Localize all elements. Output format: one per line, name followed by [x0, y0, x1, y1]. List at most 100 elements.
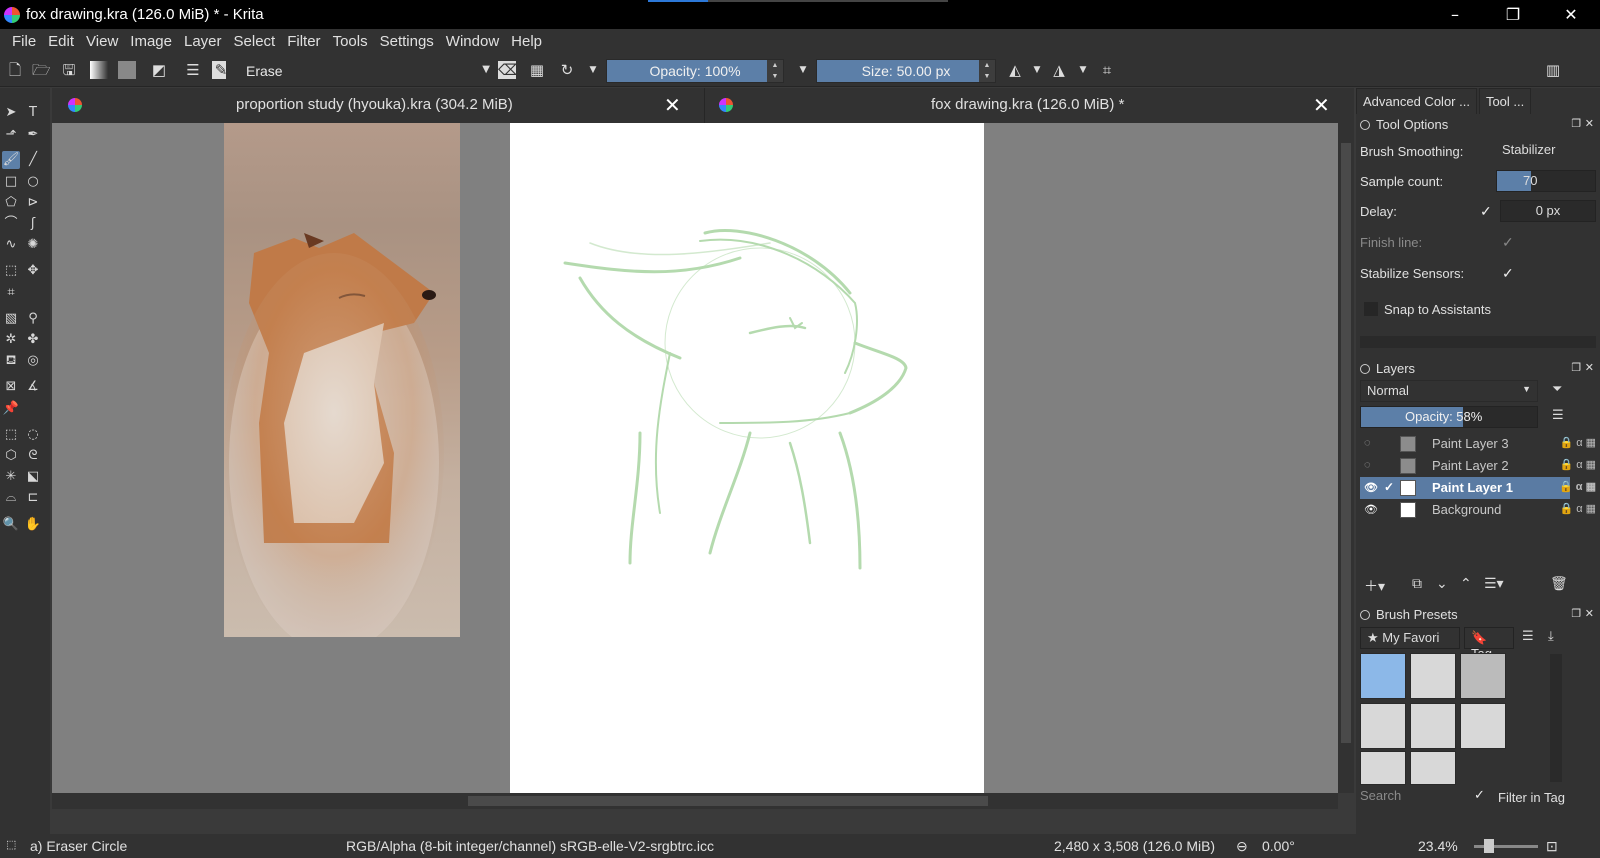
- visibility-eye-icon[interactable]: 👁: [1364, 481, 1378, 494]
- layer-row-selected[interactable]: 👁 ✓ Paint Layer 1 🔒 α ▦: [1360, 477, 1596, 499]
- open-document-icon[interactable]: 🗁: [32, 61, 51, 79]
- mirror-h-dropdown-icon[interactable]: ▼: [1028, 61, 1046, 79]
- layer-flags-icon[interactable]: 🔒 α ▦: [1559, 458, 1596, 471]
- lock-icon[interactable]: [1360, 120, 1370, 130]
- tab-tool-options[interactable]: Tool ...: [1478, 88, 1532, 114]
- layer-row[interactable]: ◌ Paint Layer 3 🔒 α ▦: [1360, 433, 1596, 455]
- tab-fox-drawing[interactable]: fox drawing.kra (126.0 MiB) * ✕: [704, 88, 1354, 123]
- mirror-v-dropdown-icon[interactable]: ▼: [1074, 61, 1092, 79]
- assistant-tool-icon[interactable]: ⊠: [2, 378, 20, 396]
- layer-filter-icon[interactable]: ⏷: [1552, 382, 1562, 397]
- canvas-area[interactable]: [52, 123, 1338, 793]
- enclose-fill-tool-icon[interactable]: ◎: [24, 352, 42, 370]
- ellipse-tool-icon[interactable]: ○: [24, 173, 42, 191]
- opacity-dropdown-icon[interactable]: ▼: [794, 61, 812, 79]
- alpha-lock-icon[interactable]: ▦: [528, 61, 546, 79]
- selection-mode-icon[interactable]: ⬚: [6, 838, 16, 851]
- menu-help[interactable]: Help: [511, 33, 542, 50]
- visibility-eye-icon[interactable]: 👁: [1364, 503, 1378, 516]
- measure-tool-icon[interactable]: ∡: [24, 378, 42, 396]
- size-slider[interactable]: Size: 50.00 px ▲ ▼: [816, 59, 996, 83]
- fill-tool-icon[interactable]: ⛾: [2, 352, 20, 370]
- workspace-chooser-icon[interactable]: ▥: [1544, 61, 1562, 79]
- multibrush-tool-icon[interactable]: ✺: [24, 236, 42, 254]
- close-tab-icon[interactable]: ✕: [664, 93, 681, 117]
- pan-tool-icon[interactable]: ✋: [24, 516, 42, 534]
- new-document-icon[interactable]: 🗋: [6, 61, 24, 79]
- bezier-selection-icon[interactable]: ⌓: [2, 489, 20, 507]
- panel-float-close-icons[interactable]: ❐ ✕: [1571, 607, 1594, 620]
- menu-filter[interactable]: Filter: [287, 33, 320, 50]
- polygonal-selection-icon[interactable]: ⬡: [2, 447, 20, 465]
- rectangle-tool-icon[interactable]: □: [2, 173, 20, 191]
- color-picker-tool-icon[interactable]: ⚲: [24, 310, 42, 328]
- reference-images-tool-icon[interactable]: 📌: [2, 400, 20, 418]
- tool-options-scrollbar[interactable]: [1360, 336, 1596, 348]
- menu-select[interactable]: Select: [234, 33, 276, 50]
- transform-tool-icon[interactable]: ⬚: [2, 262, 20, 280]
- delete-layer-icon[interactable]: 🗑: [1550, 576, 1568, 592]
- dynamic-brush-tool-icon[interactable]: ∿: [2, 236, 20, 254]
- tab-proportion-study[interactable]: proportion study (hyouka).kra (304.2 MiB…: [52, 88, 702, 123]
- calligraphy-tool-icon[interactable]: ✒: [24, 126, 42, 144]
- blend-mode-select[interactable]: Normal ▼: [1360, 380, 1538, 402]
- menu-tools[interactable]: Tools: [333, 33, 368, 50]
- reload-preset-icon[interactable]: ↻: [558, 61, 576, 79]
- layer-check-icon[interactable]: ✓: [1384, 480, 1394, 494]
- filter-in-tag-checkbox[interactable]: ✓: [1474, 788, 1485, 803]
- preset-view-list-icon[interactable]: ☰: [1522, 629, 1534, 644]
- smart-patch-tool-icon[interactable]: ✤: [24, 331, 42, 349]
- reload-dropdown-icon[interactable]: ▼: [584, 61, 602, 79]
- stabilize-sensors-checkbox[interactable]: ✓: [1502, 266, 1516, 280]
- preset-eraser-circle[interactable]: [1360, 653, 1406, 699]
- preset-airbrush[interactable]: [1460, 653, 1506, 699]
- lock-icon[interactable]: [1360, 610, 1370, 620]
- finish-line-checkbox[interactable]: ✓: [1502, 235, 1516, 249]
- layer-flags-icon[interactable]: 🔒 α ▦: [1559, 502, 1596, 515]
- vertical-scroll-thumb[interactable]: [1341, 143, 1351, 743]
- rotation-status[interactable]: 0.00°: [1262, 838, 1295, 854]
- wrap-around-icon[interactable]: ⌗: [1098, 61, 1116, 79]
- mirror-vertical-icon[interactable]: ◮: [1050, 61, 1068, 79]
- layer-row[interactable]: 👁 Background 🔒 α ▦: [1360, 499, 1596, 521]
- tag-button[interactable]: 🔖 Tag: [1464, 627, 1514, 661]
- move-layer-down-icon[interactable]: ⌄: [1436, 576, 1448, 592]
- brush-settings-icon[interactable]: ☰: [184, 61, 202, 79]
- layer-flags-icon[interactable]: 🔒 α ▦: [1559, 480, 1596, 493]
- opacity-slider[interactable]: Opacity: 100% ▲ ▼: [606, 59, 784, 83]
- preset-search-input[interactable]: Search: [1360, 788, 1466, 808]
- tag-filter-select[interactable]: ★ My Favori: [1360, 627, 1460, 649]
- delay-checkbox[interactable]: ✓: [1480, 204, 1494, 218]
- close-window-button[interactable]: ✕: [1542, 0, 1600, 29]
- menu-settings[interactable]: Settings: [380, 33, 434, 50]
- gradient-tool-icon[interactable]: ▧: [2, 310, 20, 328]
- crop-tool-icon[interactable]: ⌗: [2, 284, 20, 302]
- visibility-off-icon[interactable]: ◌: [1364, 437, 1371, 449]
- preset-pencil[interactable]: [1460, 703, 1506, 749]
- preset-ink-pen[interactable]: [1360, 703, 1406, 749]
- size-spinner-icon[interactable]: ▲ ▼: [979, 60, 995, 82]
- layer-opacity-slider[interactable]: Opacity: 58%: [1360, 406, 1538, 428]
- brush-preset-selector[interactable]: Erase ▼: [226, 60, 498, 82]
- zoom-slider-handle[interactable]: [1484, 839, 1494, 853]
- magnetic-selection-icon[interactable]: ⊏: [24, 489, 42, 507]
- line-tool-icon[interactable]: ╱: [24, 151, 42, 169]
- move-layer-up-icon[interactable]: ⌃: [1460, 576, 1472, 592]
- move-tool-icon[interactable]: ✥: [24, 262, 42, 280]
- close-tab-icon[interactable]: ✕: [1313, 93, 1330, 117]
- layer-flags-icon[interactable]: 🔒 α ▦: [1559, 436, 1596, 449]
- horizontal-scrollbar[interactable]: [52, 793, 1338, 809]
- brush-smoothing-select[interactable]: Stabilizer: [1496, 140, 1596, 162]
- menu-layer[interactable]: Layer: [184, 33, 222, 50]
- text-tool-icon[interactable]: T: [24, 104, 42, 122]
- layer-row[interactable]: ◌ Paint Layer 2 🔒 α ▦: [1360, 455, 1596, 477]
- layer-properties-icon[interactable]: ☰▾: [1484, 576, 1504, 592]
- polyline-tool-icon[interactable]: ⊳: [24, 194, 42, 212]
- minimize-button[interactable]: –: [1426, 0, 1484, 29]
- freehand-brush-tool-icon[interactable]: 🖌: [2, 151, 20, 169]
- layer-options-icon[interactable]: ☰: [1552, 408, 1564, 423]
- preset-paint-brush[interactable]: [1410, 751, 1456, 785]
- colorize-mask-tool-icon[interactable]: ✲: [2, 331, 20, 349]
- rectangular-selection-icon[interactable]: ⬚: [2, 426, 20, 444]
- contiguous-selection-icon[interactable]: ✳: [2, 468, 20, 486]
